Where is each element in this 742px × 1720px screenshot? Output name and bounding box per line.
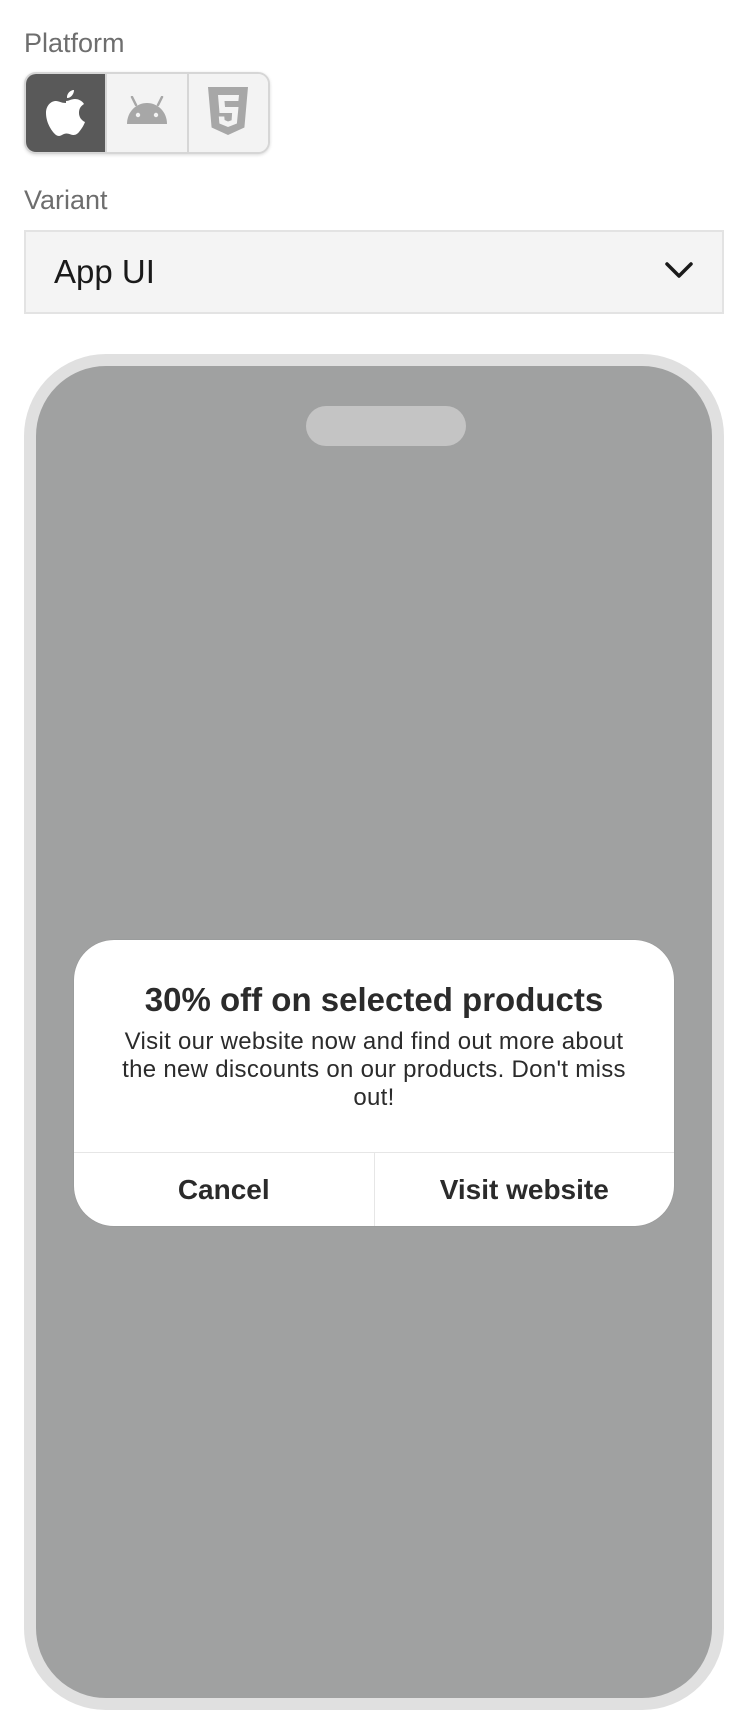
preview-panel: Platform Variant App UI 30% off on selec… [0, 0, 742, 1720]
platform-selector [24, 72, 270, 154]
phone-preview: 30% off on selected products Visit our w… [24, 354, 724, 1710]
alert-dialog: 30% off on selected products Visit our w… [74, 940, 674, 1226]
platform-web-button[interactable] [186, 74, 268, 152]
alert-actions: Cancel Visit website [74, 1152, 674, 1226]
apple-icon [44, 86, 88, 141]
alert-title: 30% off on selected products [144, 981, 604, 1018]
html5-icon [207, 86, 249, 141]
alert-message: Visit our website now and find out more … [122, 1028, 626, 1112]
variant-dropdown[interactable]: App UI [24, 230, 724, 314]
cancel-button[interactable]: Cancel [74, 1153, 374, 1226]
variant-label: Variant [24, 185, 108, 215]
alert-body: 30% off on selected products Visit our w… [74, 940, 674, 1152]
chevron-down-icon [664, 260, 694, 285]
android-icon [124, 95, 170, 131]
visit-website-button[interactable]: Visit website [373, 1153, 675, 1226]
platform-ios-button[interactable] [26, 74, 106, 152]
phone-notch [306, 406, 466, 446]
platform-label: Platform [24, 28, 125, 58]
platform-android-button[interactable] [105, 74, 187, 152]
variant-selected-value: App UI [54, 253, 155, 290]
